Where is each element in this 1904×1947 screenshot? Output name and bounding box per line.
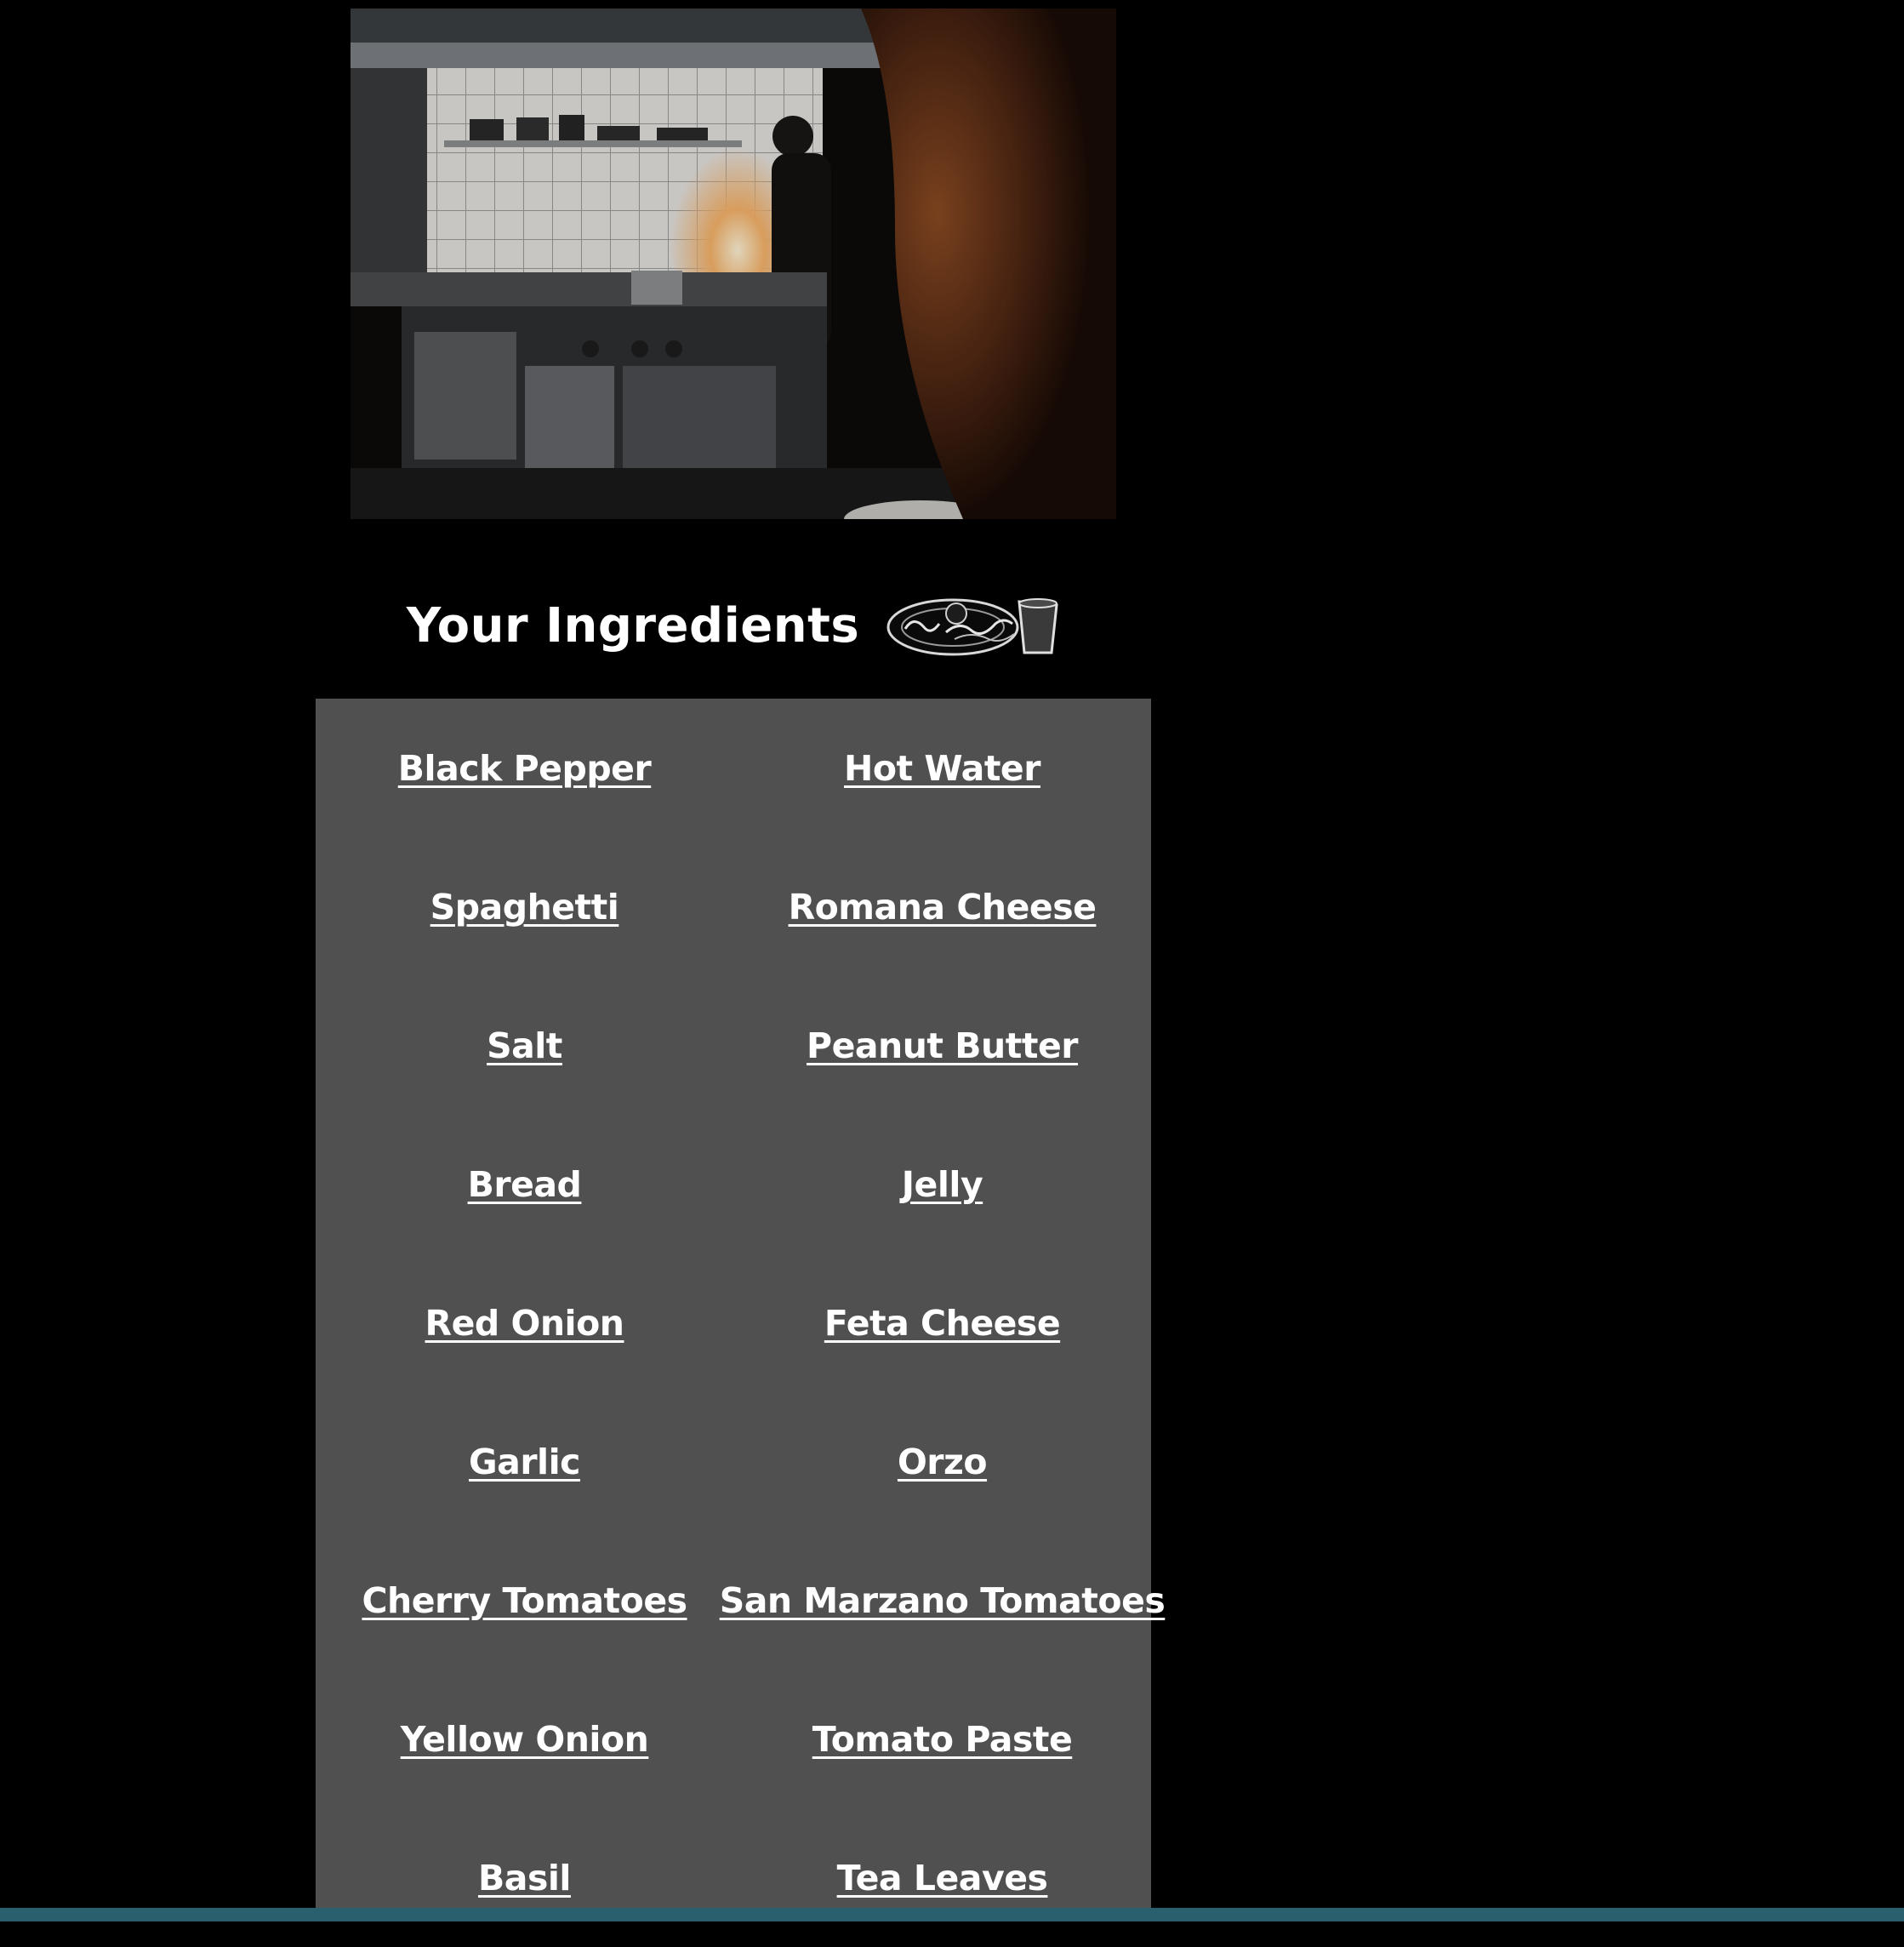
bottom-bar <box>0 1908 1904 1921</box>
ingredient-link-spaghetti[interactable]: Spaghetti <box>430 887 619 928</box>
ingredient-cell: Black Pepper <box>316 699 733 837</box>
ingredient-cell: Peanut Butter <box>733 976 1151 1115</box>
ingredient-cell: Yellow Onion <box>316 1670 733 1808</box>
ingredient-cell: Tomato Paste <box>733 1670 1151 1808</box>
ingredient-link-tomato-paste[interactable]: Tomato Paste <box>812 1719 1073 1760</box>
ingredient-cell: Spaghetti <box>316 837 733 976</box>
ingredient-link-orzo[interactable]: Orzo <box>898 1442 988 1482</box>
ingredient-link-garlic[interactable]: Garlic <box>469 1442 580 1482</box>
ingredient-cell: Tea Leaves <box>733 1808 1151 1947</box>
ingredient-link-red-onion[interactable]: Red Onion <box>425 1303 624 1344</box>
ingredient-cell: Orzo <box>733 1392 1151 1531</box>
ingredient-link-san-marzano-tomatoes[interactable]: San Marzano Tomatoes <box>720 1580 1166 1621</box>
ingredient-cell: Garlic <box>316 1392 733 1531</box>
ingredients-grid: Black Pepper Hot Water Spaghetti Romana … <box>316 699 1166 1947</box>
ingredient-cell: Hot Water <box>733 699 1151 837</box>
ingredient-cell: San Marzano Tomatoes <box>720 1531 1166 1670</box>
ingredient-link-yellow-onion[interactable]: Yellow Onion <box>401 1719 649 1760</box>
ingredient-link-tea-leaves[interactable]: Tea Leaves <box>837 1858 1048 1898</box>
ingredient-link-bread[interactable]: Bread <box>468 1164 582 1205</box>
ingredient-cell: Jelly <box>733 1115 1151 1253</box>
ingredients-heading-row: Your Ingredients <box>351 570 1116 681</box>
plate-and-cup-icon <box>886 593 1060 658</box>
kitchen-hero-image <box>351 9 1116 519</box>
ingredient-link-hot-water[interactable]: Hot Water <box>844 748 1040 789</box>
ingredient-link-basil[interactable]: Basil <box>478 1858 571 1898</box>
ingredient-link-peanut-butter[interactable]: Peanut Butter <box>807 1025 1078 1066</box>
page-title: Your Ingredients <box>406 597 860 654</box>
ingredient-cell: Feta Cheese <box>733 1253 1151 1392</box>
ingredient-link-feta-cheese[interactable]: Feta Cheese <box>824 1303 1061 1344</box>
ingredient-cell: Bread <box>316 1115 733 1253</box>
ingredient-cell: Cherry Tomatoes <box>316 1531 733 1670</box>
ingredient-link-salt[interactable]: Salt <box>487 1025 562 1066</box>
ingredient-cell: Salt <box>316 976 733 1115</box>
ingredients-panel: Black Pepper Hot Water Spaghetti Romana … <box>316 699 1166 1908</box>
ingredient-cell: Romana Cheese <box>733 837 1151 976</box>
ingredient-cell: Basil <box>316 1808 733 1947</box>
ingredient-link-black-pepper[interactable]: Black Pepper <box>398 748 652 789</box>
ingredient-cell: Red Onion <box>316 1253 733 1392</box>
ingredient-link-cherry-tomatoes[interactable]: Cherry Tomatoes <box>362 1580 687 1621</box>
ingredient-link-jelly[interactable]: Jelly <box>902 1164 983 1205</box>
ingredient-link-romana-cheese[interactable]: Romana Cheese <box>789 887 1097 928</box>
